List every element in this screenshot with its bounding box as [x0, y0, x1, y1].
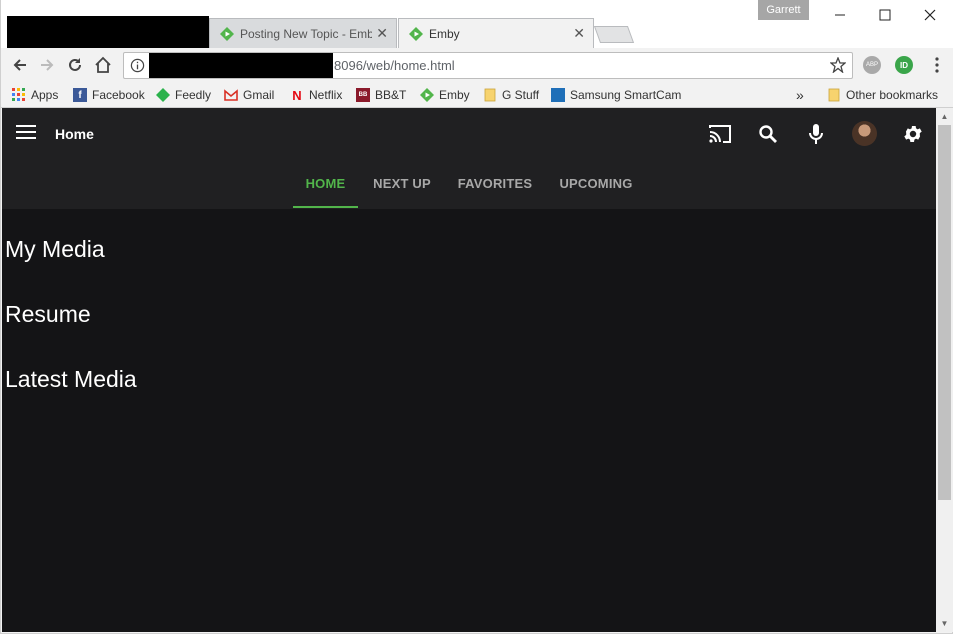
folder-icon [484, 88, 496, 102]
reload-icon [69, 58, 81, 71]
apps-grid-icon [12, 88, 25, 101]
gear-icon [904, 126, 922, 142]
emby-favicon-icon [220, 27, 234, 41]
browser-window: Posting New Topic - Emb ✕ Emby ✕ Garrett [0, 0, 953, 634]
scrollbar-thumb[interactable] [938, 125, 951, 500]
bookmark-label: Emby [439, 88, 470, 102]
tab-posting-new-topic[interactable]: Posting New Topic - Emb ✕ [209, 18, 397, 48]
maximize-icon [879, 9, 891, 21]
facebook-icon: f [73, 88, 87, 102]
bookmarks-overflow-button[interactable]: » [796, 86, 804, 104]
tab-close-icon[interactable]: ✕ [573, 25, 585, 42]
bookmark-label: Facebook [92, 88, 145, 102]
scroll-down-arrow-icon[interactable]: ▼ [936, 615, 953, 632]
maximize-button[interactable] [862, 0, 908, 30]
section-heading-latest-media: Latest Media [5, 366, 137, 392]
close-icon [924, 9, 936, 21]
bookmarks-bar: Apps f Facebook Feedly Gmail N Netflix B… [1, 82, 953, 108]
reload-button[interactable] [64, 54, 86, 76]
tab-favorites[interactable]: FAVORITES [454, 176, 536, 208]
new-tab-button[interactable] [593, 26, 635, 43]
cast-icon [709, 125, 731, 143]
back-button[interactable] [9, 54, 31, 76]
bbt-icon: BB [356, 88, 370, 102]
section-heading-resume: Resume [5, 301, 91, 327]
browser-toolbar: 8096/web/home.html ABP ID [1, 48, 953, 82]
bookmark-g-stuff[interactable]: G Stuff [483, 86, 539, 104]
minimize-icon [835, 14, 845, 16]
redacted-region [149, 53, 333, 78]
site-info-icon[interactable] [130, 58, 145, 73]
bookmark-label: Apps [31, 88, 59, 102]
id-extension-icon[interactable]: ID [895, 56, 913, 74]
cast-button[interactable] [707, 121, 733, 147]
bookmark-label: Other bookmarks [846, 88, 939, 102]
scroll-up-arrow-icon[interactable]: ▲ [936, 108, 953, 125]
tab-title: Posting New Topic - Emb [240, 26, 372, 41]
page-title: Home [55, 126, 94, 142]
adblock-extension-icon[interactable]: ABP [863, 56, 881, 74]
forward-arrow-icon [41, 59, 54, 71]
title-bar: Posting New Topic - Emb ✕ Emby ✕ Garrett [1, 0, 953, 48]
tab-home[interactable]: HOME [293, 176, 358, 208]
bookmark-label: Feedly [175, 88, 212, 102]
section-heading-my-media: My Media [5, 236, 105, 262]
redacted-region [7, 16, 209, 48]
bookmark-star-icon[interactable] [830, 57, 846, 73]
page-scrollbar[interactable]: ▲ ▼ [936, 108, 953, 632]
menu-hamburger-icon[interactable] [16, 125, 38, 143]
tab-close-icon[interactable]: ✕ [376, 25, 388, 42]
bookmark-facebook[interactable]: f Facebook [73, 86, 145, 104]
search-icon [759, 125, 777, 143]
feedly-icon [156, 88, 170, 102]
bookmark-label: Netflix [309, 88, 343, 102]
bookmark-bbt[interactable]: BB BB&T [356, 86, 406, 104]
netflix-icon: N [292, 87, 302, 103]
folder-icon [828, 88, 840, 102]
voice-search-button[interactable] [803, 121, 829, 147]
settings-button[interactable] [900, 121, 926, 147]
forward-button[interactable] [36, 54, 58, 76]
bookmark-apps[interactable]: Apps [12, 86, 58, 104]
smartcam-icon [551, 88, 565, 102]
bookmark-samsung-smartcam[interactable]: Samsung SmartCam [551, 86, 681, 104]
back-arrow-icon [13, 59, 26, 71]
tab-emby[interactable]: Emby ✕ [398, 18, 594, 48]
bookmark-label: BB&T [375, 88, 407, 102]
bookmark-gmail[interactable]: Gmail [224, 86, 274, 104]
close-window-button[interactable] [907, 0, 953, 30]
emby-app: Home HOME NEXT UP FAVORITES UPCOMING My … [2, 108, 936, 632]
tab-next-up[interactable]: NEXT UP [367, 176, 437, 208]
home-button[interactable] [92, 54, 114, 76]
url-text: 8096/web/home.html [334, 58, 455, 73]
emby-icon [420, 88, 434, 102]
app-header: Home HOME NEXT UP FAVORITES UPCOMING [2, 108, 936, 209]
browser-menu-button[interactable] [926, 54, 948, 76]
microphone-icon [809, 124, 823, 144]
search-button[interactable] [755, 121, 781, 147]
address-bar[interactable]: 8096/web/home.html [123, 52, 853, 79]
main-nav-tabs: HOME NEXT UP FAVORITES UPCOMING [2, 170, 936, 208]
minimize-button[interactable] [817, 0, 863, 30]
bookmark-feedly[interactable]: Feedly [156, 86, 211, 104]
bookmark-label: Samsung SmartCam [570, 88, 682, 102]
gmail-icon [224, 89, 238, 101]
bookmark-netflix[interactable]: N Netflix [290, 86, 342, 104]
bookmark-emby[interactable]: Emby [420, 86, 470, 104]
bookmark-label: G Stuff [502, 88, 540, 102]
bookmark-label: Gmail [243, 88, 275, 102]
more-vertical-icon [935, 57, 939, 73]
emby-favicon-icon [409, 27, 423, 41]
tab-upcoming[interactable]: UPCOMING [555, 176, 637, 208]
home-icon [95, 56, 111, 73]
user-avatar[interactable] [852, 121, 877, 146]
profile-button[interactable]: Garrett [758, 0, 809, 20]
other-bookmarks-folder[interactable]: Other bookmarks [827, 86, 938, 104]
tab-title: Emby [429, 26, 460, 41]
